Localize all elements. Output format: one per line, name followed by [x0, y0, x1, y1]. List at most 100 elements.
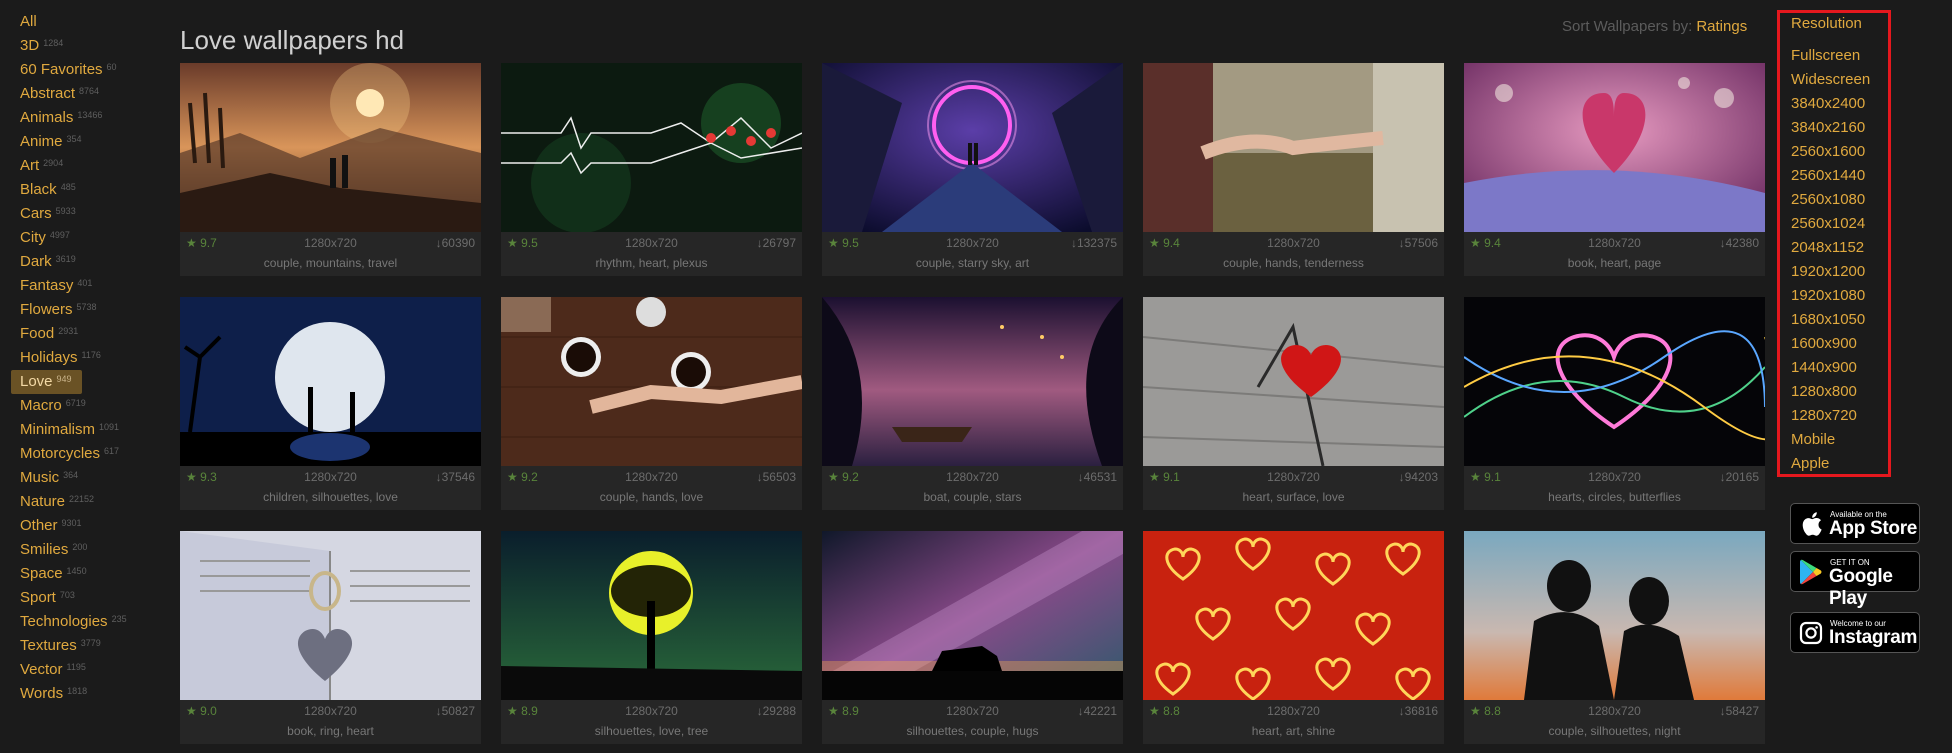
- wallpaper-thumbnail[interactable]: [501, 531, 802, 700]
- category-3d[interactable]: 3D 1284: [11, 34, 161, 58]
- resolution-1600x900[interactable]: 1600x900: [1791, 332, 1870, 356]
- category-textures[interactable]: Textures 3779: [11, 634, 161, 658]
- wallpaper-thumbnail[interactable]: [1143, 297, 1444, 466]
- category-count: 949: [56, 374, 72, 384]
- wallpaper-thumbnail[interactable]: [180, 531, 481, 700]
- category-holidays[interactable]: Holidays 1176: [11, 346, 161, 370]
- category-sidebar: All 3D 1284 60 Favorites 60 Abstract 8764 Anima…: [11, 10, 161, 706]
- resolution-2048x1152[interactable]: 2048x1152: [1791, 236, 1870, 260]
- category-minimalism[interactable]: Minimalism 1091: [11, 418, 161, 442]
- wallpaper-card[interactable]: ★ 9.5 1280x720 ↓132375 couple, starry sk…: [822, 63, 1123, 276]
- category-art[interactable]: Art 2904: [11, 154, 161, 178]
- category-vector[interactable]: Vector 1195: [11, 658, 161, 682]
- wallpaper-thumbnail[interactable]: [822, 297, 1123, 466]
- wallpaper-card[interactable]: ★ 9.3 1280x720 ↓37546 children, silhouet…: [180, 297, 481, 510]
- resolution-title[interactable]: Resolution: [1791, 15, 1862, 32]
- category-sport[interactable]: Sport 703: [11, 586, 161, 610]
- wallpaper-tags[interactable]: heart, art, shine: [1143, 722, 1444, 740]
- category-words[interactable]: Words 1818: [11, 682, 161, 706]
- wallpaper-thumbnail[interactable]: [822, 63, 1123, 232]
- resolution-2560x1024[interactable]: 2560x1024: [1791, 212, 1870, 236]
- wallpaper-tags[interactable]: couple, mountains, travel: [180, 254, 481, 272]
- wallpaper-tags[interactable]: book, ring, heart: [180, 722, 481, 740]
- resolution-widescreen[interactable]: Widescreen: [1791, 68, 1870, 92]
- category-label: Space: [20, 565, 63, 582]
- wallpaper-tags[interactable]: couple, hands, tenderness: [1143, 254, 1444, 272]
- resolution-1920x1200[interactable]: 1920x1200: [1791, 260, 1870, 284]
- wallpaper-tags[interactable]: rhythm, heart, plexus: [501, 254, 802, 272]
- wallpaper-tags[interactable]: hearts, circles, butterflies: [1464, 488, 1765, 506]
- wallpaper-tags[interactable]: children, silhouettes, love: [180, 488, 481, 506]
- category-60-favorites[interactable]: 60 Favorites 60: [11, 58, 161, 82]
- wallpaper-card[interactable]: ★ 9.1 1280x720 ↓20165 hearts, circles, b…: [1464, 297, 1765, 510]
- resolution-2560x1440[interactable]: 2560x1440: [1791, 164, 1870, 188]
- wallpaper-thumbnail[interactable]: [1464, 297, 1765, 466]
- wallpaper-tags[interactable]: couple, hands, love: [501, 488, 802, 506]
- category-smilies[interactable]: Smilies 200: [11, 538, 161, 562]
- wallpaper-tags[interactable]: heart, surface, love: [1143, 488, 1444, 506]
- category-cars[interactable]: Cars 5933: [11, 202, 161, 226]
- category-dark[interactable]: Dark 3619: [11, 250, 161, 274]
- resolution-3840x2160[interactable]: 3840x2160: [1791, 116, 1870, 140]
- wallpaper-card[interactable]: ★ 9.7 1280x720 ↓60390 couple, mountains,…: [180, 63, 481, 276]
- category-space[interactable]: Space 1450: [11, 562, 161, 586]
- category-all[interactable]: All: [11, 10, 161, 34]
- resolution-1920x1080[interactable]: 1920x1080: [1791, 284, 1870, 308]
- app-store-badge[interactable]: Available on the App Store: [1790, 503, 1920, 544]
- category-technologies[interactable]: Technologies 235: [11, 610, 161, 634]
- resolution-mobile[interactable]: Mobile: [1791, 428, 1870, 452]
- category-motorcycles[interactable]: Motorcycles 617: [11, 442, 161, 466]
- wallpaper-thumbnail[interactable]: [501, 297, 802, 466]
- category-macro[interactable]: Macro 6719: [11, 394, 161, 418]
- wallpaper-tags[interactable]: silhouettes, love, tree: [501, 722, 802, 740]
- resolution-2560x1080[interactable]: 2560x1080: [1791, 188, 1870, 212]
- wallpaper-card[interactable]: ★ 8.8 1280x720 ↓58427 couple, silhouette…: [1464, 531, 1765, 744]
- category-nature[interactable]: Nature 22152: [11, 490, 161, 514]
- wallpaper-card[interactable]: ★ 9.4 1280x720 ↓57506 couple, hands, ten…: [1143, 63, 1444, 276]
- category-anime[interactable]: Anime 354: [11, 130, 161, 154]
- resolution-1280x720[interactable]: 1280x720: [1791, 404, 1870, 428]
- category-city[interactable]: City 4997: [11, 226, 161, 250]
- wallpaper-card[interactable]: ★ 9.2 1280x720 ↓46531 boat, couple, star…: [822, 297, 1123, 510]
- wallpaper-thumbnail[interactable]: [180, 63, 481, 232]
- category-other[interactable]: Other 9301: [11, 514, 161, 538]
- wallpaper-card[interactable]: ★ 9.4 1280x720 ↓42380 book, heart, page: [1464, 63, 1765, 276]
- resolution-1680x1050[interactable]: 1680x1050: [1791, 308, 1870, 332]
- resolution-1280x800[interactable]: 1280x800: [1791, 380, 1870, 404]
- wallpaper-thumbnail[interactable]: [1464, 63, 1765, 232]
- category-music[interactable]: Music 364: [11, 466, 161, 490]
- resolution-apple[interactable]: Apple: [1791, 452, 1870, 476]
- category-love[interactable]: Love 949: [11, 370, 82, 394]
- category-abstract[interactable]: Abstract 8764: [11, 82, 161, 106]
- wallpaper-thumbnail[interactable]: [501, 63, 802, 232]
- wallpaper-card[interactable]: ★ 8.8 1280x720 ↓36816 heart, art, shine: [1143, 531, 1444, 744]
- wallpaper-thumbnail[interactable]: [180, 297, 481, 466]
- sort-ratings-link[interactable]: Ratings: [1696, 18, 1747, 35]
- wallpaper-thumbnail[interactable]: [1143, 531, 1444, 700]
- wallpaper-card[interactable]: ★ 9.5 1280x720 ↓26797 rhythm, heart, ple…: [501, 63, 802, 276]
- category-fantasy[interactable]: Fantasy 401: [11, 274, 161, 298]
- wallpaper-tags[interactable]: boat, couple, stars: [822, 488, 1123, 506]
- wallpaper-thumbnail[interactable]: [822, 531, 1123, 700]
- google-play-badge[interactable]: GET IT ON Google Play: [1790, 551, 1920, 609]
- wallpaper-tags[interactable]: couple, starry sky, art: [822, 254, 1123, 272]
- wallpaper-tags[interactable]: silhouettes, couple, hugs: [822, 722, 1123, 740]
- wallpaper-tags[interactable]: couple, silhouettes, night: [1464, 722, 1765, 740]
- resolution-2560x1600[interactable]: 2560x1600: [1791, 140, 1870, 164]
- category-black[interactable]: Black 485: [11, 178, 161, 202]
- category-flowers[interactable]: Flowers 5738: [11, 298, 161, 322]
- resolution-3840x2400[interactable]: 3840x2400: [1791, 92, 1870, 116]
- wallpaper-card[interactable]: ★ 8.9 1280x720 ↓29288 silhouettes, love,…: [501, 531, 802, 744]
- wallpaper-card[interactable]: ★ 9.1 1280x720 ↓94203 heart, surface, lo…: [1143, 297, 1444, 510]
- wallpaper-thumbnail[interactable]: [1464, 531, 1765, 700]
- wallpaper-thumbnail[interactable]: [1143, 63, 1444, 232]
- instagram-badge[interactable]: Welcome to our Instagram: [1790, 612, 1920, 653]
- resolution-1440x900[interactable]: 1440x900: [1791, 356, 1870, 380]
- wallpaper-card[interactable]: ★ 9.0 1280x720 ↓50827 book, ring, heart: [180, 531, 481, 744]
- wallpaper-card[interactable]: ★ 8.9 1280x720 ↓42221 silhouettes, coupl…: [822, 531, 1123, 744]
- category-animals[interactable]: Animals 13466: [11, 106, 161, 130]
- wallpaper-tags[interactable]: book, heart, page: [1464, 254, 1765, 272]
- wallpaper-card[interactable]: ★ 9.2 1280x720 ↓56503 couple, hands, lov…: [501, 297, 802, 510]
- resolution-fullscreen[interactable]: Fullscreen: [1791, 44, 1870, 68]
- category-food[interactable]: Food 2931: [11, 322, 161, 346]
